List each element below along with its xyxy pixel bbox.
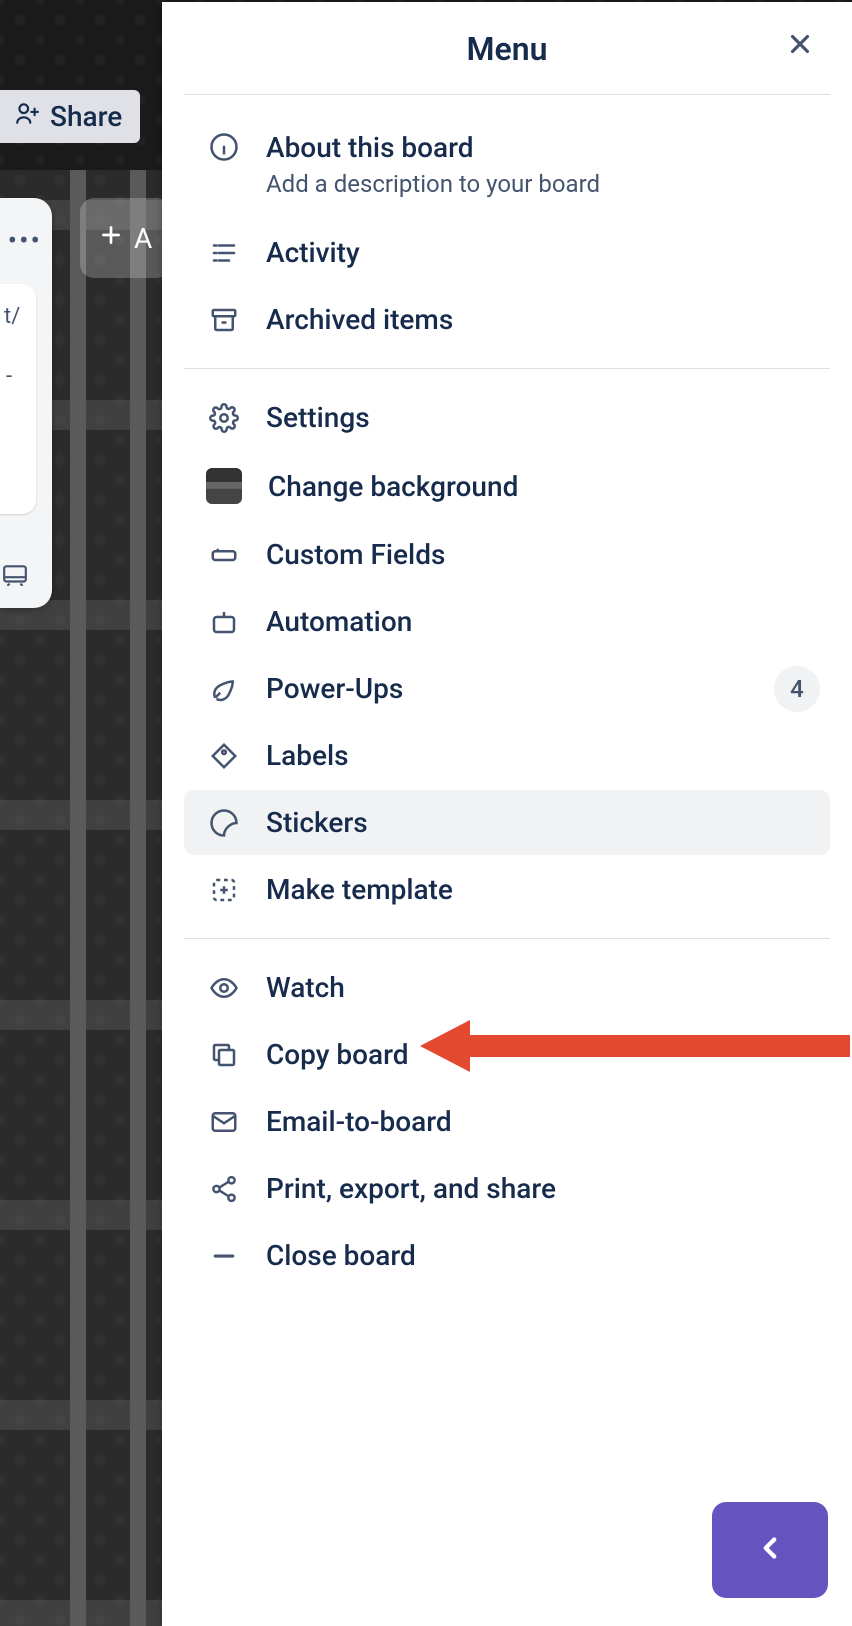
menu-item-watch[interactable]: Watch: [184, 955, 830, 1020]
settings-label: Settings: [266, 401, 370, 434]
activity-label: Activity: [266, 236, 360, 269]
add-list-label: A: [134, 222, 152, 255]
add-list-button[interactable]: A: [80, 198, 170, 278]
minus-icon: [208, 1240, 240, 1272]
menu-item-labels[interactable]: Labels: [184, 723, 830, 788]
about-label: About this board: [266, 131, 600, 164]
template-icon: [208, 874, 240, 906]
menu-header: Menu: [162, 30, 852, 94]
share-label: Share: [50, 100, 122, 133]
sticker-icon: [208, 807, 240, 839]
powerups-count-badge: 4: [774, 666, 820, 712]
activity-icon: [208, 237, 240, 269]
chevron-left-icon: [753, 1531, 787, 1569]
labels-label: Labels: [266, 739, 349, 772]
collapse-menu-button[interactable]: [712, 1502, 828, 1598]
info-icon: [208, 131, 240, 163]
partial-card[interactable]: t/ -: [0, 284, 36, 514]
close-button[interactable]: [782, 28, 818, 64]
email-to-board-label: Email-to-board: [266, 1105, 452, 1138]
custom-fields-icon: [208, 539, 240, 571]
card-text-fragment: t/: [4, 304, 20, 329]
stickers-label: Stickers: [266, 806, 368, 839]
print-export-label: Print, export, and share: [266, 1172, 556, 1205]
watch-label: Watch: [266, 971, 345, 1004]
menu-section-1: About this board Add a description to yo…: [162, 95, 852, 368]
menu-item-close-board[interactable]: Close board: [184, 1223, 830, 1288]
menu-panel: Menu About this board Add a description …: [162, 2, 852, 1626]
archive-icon: [208, 304, 240, 336]
menu-item-settings[interactable]: Settings: [184, 385, 830, 450]
plus-icon: [98, 222, 124, 255]
copy-icon: [208, 1039, 240, 1071]
list-menu-icon[interactable]: •••: [8, 224, 42, 257]
partial-list: ••• t/ -: [0, 198, 52, 608]
menu-item-print-export-share[interactable]: Print, export, and share: [184, 1156, 830, 1221]
menu-section-3: Watch Copy board Email-to-board Print, e…: [162, 939, 852, 1304]
copy-board-label: Copy board: [266, 1038, 409, 1071]
menu-title: Menu: [162, 30, 852, 68]
share-nodes-icon: [208, 1173, 240, 1205]
menu-item-stickers[interactable]: Stickers: [184, 790, 830, 855]
menu-item-email-to-board[interactable]: Email-to-board: [184, 1089, 830, 1154]
menu-item-copy-board[interactable]: Copy board: [184, 1022, 830, 1087]
subway-icon: [2, 564, 28, 590]
menu-section-2: Settings Change background Custom Fields…: [162, 369, 852, 938]
automation-label: Automation: [266, 605, 412, 638]
close-icon: [785, 29, 815, 63]
gear-icon: [208, 402, 240, 434]
rocket-icon: [208, 673, 240, 705]
menu-item-about[interactable]: About this board Add a description to yo…: [184, 111, 830, 218]
tag-icon: [208, 740, 240, 772]
make-template-label: Make template: [266, 873, 453, 906]
menu-item-automation[interactable]: Automation: [184, 589, 830, 654]
menu-item-activity[interactable]: Activity: [184, 220, 830, 285]
custom-fields-label: Custom Fields: [266, 538, 445, 571]
close-board-label: Close board: [266, 1239, 416, 1272]
menu-item-archived[interactable]: Archived items: [184, 287, 830, 352]
about-subtext: Add a description to your board: [266, 170, 600, 198]
menu-item-change-background[interactable]: Change background: [184, 452, 830, 520]
mail-icon: [208, 1106, 240, 1138]
menu-item-custom-fields[interactable]: Custom Fields: [184, 522, 830, 587]
powerups-label: Power-Ups: [266, 672, 403, 705]
eye-icon: [208, 972, 240, 1004]
person-add-icon: [14, 100, 40, 133]
menu-item-powerups[interactable]: Power-Ups 4: [184, 656, 830, 721]
archived-label: Archived items: [266, 303, 453, 336]
share-button[interactable]: Share: [0, 90, 140, 143]
change-bg-label: Change background: [268, 470, 518, 503]
card-dash: -: [6, 364, 12, 389]
menu-item-make-template[interactable]: Make template: [184, 857, 830, 922]
background-thumb-icon: [206, 468, 242, 504]
robot-icon: [208, 606, 240, 638]
